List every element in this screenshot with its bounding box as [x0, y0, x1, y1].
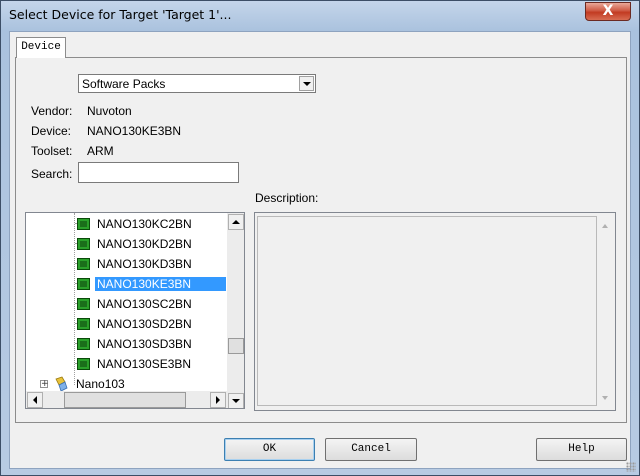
tree-item-selected[interactable]: NANO130KE3BN — [26, 274, 226, 294]
window-title: Select Device for Target 'Target 1'... — [9, 7, 232, 22]
tree-item-label: NANO130KC2BN — [97, 217, 192, 231]
dialog-window: Select Device for Target 'Target 1'... X… — [0, 0, 640, 476]
tree-item-label: NANO130SD2BN — [97, 317, 192, 331]
tree-item[interactable]: NANO130KC2BN — [26, 214, 226, 234]
tree-item[interactable]: NANO130KD3BN — [26, 254, 226, 274]
chevron-right-icon — [216, 396, 220, 404]
chip-icon — [77, 278, 90, 290]
tree-item[interactable]: NANO130SD3BN — [26, 334, 226, 354]
tree-item-label: NANO130KE3BN — [95, 277, 226, 291]
description-panel — [254, 212, 616, 411]
chevron-up-icon — [232, 220, 240, 224]
toolset-label: Toolset: — [31, 144, 73, 158]
toolset-value: ARM — [87, 144, 114, 158]
tree-item[interactable]: NANO130KD2BN — [26, 234, 226, 254]
tree-item-label: NANO130KD2BN — [97, 237, 192, 251]
horizontal-scroll-thumb[interactable] — [64, 392, 186, 408]
chip-icon — [77, 358, 90, 370]
scroll-up-button[interactable] — [228, 214, 244, 230]
dropdown-button[interactable] — [299, 76, 314, 91]
search-label: Search: — [31, 167, 73, 181]
tree-item[interactable]: NANO130SD2BN — [26, 314, 226, 334]
device-value: NANO130KE3BN — [87, 124, 182, 138]
help-button[interactable]: Help — [536, 438, 627, 461]
scroll-down-button[interactable] — [228, 393, 244, 408]
vendor-label: Vendor: — [31, 104, 73, 118]
vendor-value: Nuvoton — [87, 104, 132, 118]
expand-icon[interactable]: + — [40, 380, 49, 389]
device-label: Device: — [31, 124, 72, 138]
description-scrollbar[interactable] — [597, 216, 613, 406]
scroll-left-button[interactable] — [27, 392, 43, 408]
chip-icon — [77, 298, 90, 310]
tree-horizontal-scrollbar[interactable] — [26, 391, 228, 408]
resize-grip-icon[interactable] — [626, 462, 636, 472]
device-source-value: Software Packs — [82, 77, 166, 91]
chip-icon — [77, 238, 90, 250]
chip-icon — [77, 258, 90, 270]
device-source-select[interactable]: Software Packs — [78, 74, 316, 93]
scroll-up-icon[interactable] — [602, 224, 608, 228]
tree-item-label: NANO130KD3BN — [97, 257, 192, 271]
close-icon: X — [602, 3, 614, 19]
tree-item[interactable]: NANO130SE3BN — [26, 354, 226, 374]
chip-icon — [77, 318, 90, 330]
close-button[interactable]: X — [585, 2, 631, 21]
family-icon — [55, 376, 68, 392]
scroll-down-icon[interactable] — [602, 396, 608, 400]
tree-item-label: NANO130SC2BN — [97, 297, 192, 311]
chevron-down-icon — [302, 81, 311, 86]
search-input[interactable] — [78, 162, 239, 183]
chip-icon — [77, 338, 90, 350]
chevron-left-icon — [33, 396, 37, 404]
description-label: Description: — [255, 191, 319, 205]
title-bar[interactable]: Select Device for Target 'Target 1'... X — [1, 1, 639, 29]
tab-device[interactable]: Device — [16, 37, 66, 58]
tree-vertical-scrollbar[interactable] — [227, 213, 244, 393]
tree-item[interactable]: NANO130SC2BN — [26, 294, 226, 314]
vertical-scroll-thumb[interactable] — [228, 338, 244, 354]
device-tree[interactable]: NANO130KC2BN NANO130KD2BN NANO130KD3BN N… — [25, 212, 245, 409]
tree-item-label: NANO130SD3BN — [97, 337, 192, 351]
tree-item-label: NANO130SE3BN — [97, 357, 192, 371]
chip-icon — [77, 218, 90, 230]
ok-button[interactable]: OK — [224, 438, 315, 461]
chevron-down-icon — [232, 399, 240, 403]
description-text-area — [257, 216, 597, 406]
scroll-right-button[interactable] — [210, 392, 226, 408]
tree-item-label: Nano103 — [76, 377, 125, 391]
cancel-button[interactable]: Cancel — [325, 438, 417, 461]
